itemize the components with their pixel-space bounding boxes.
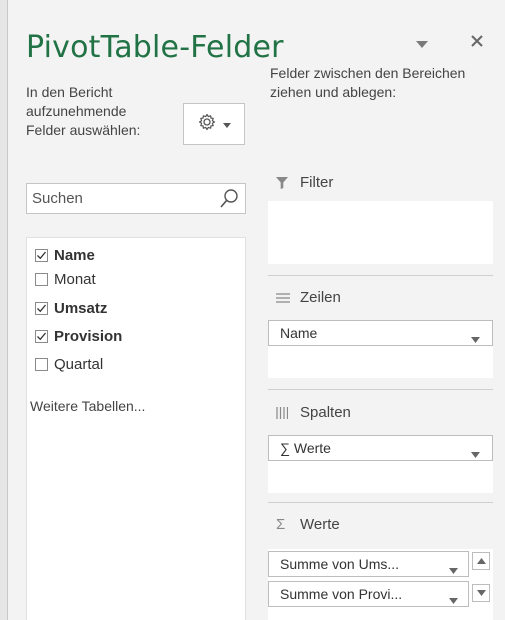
field-label: Name: [54, 246, 95, 264]
area-header-columns: Spalten: [276, 404, 351, 421]
field-item-umsatz[interactable]: Umsatz: [35, 298, 107, 318]
checkbox-checked[interactable]: [35, 329, 48, 343]
area-divider: [268, 502, 493, 503]
pill-label: Name: [280, 325, 318, 341]
gear-icon: [198, 113, 216, 136]
search-icon[interactable]: [218, 186, 242, 215]
area-header-rows: Zeilen: [276, 289, 341, 306]
chevron-down-icon[interactable]: [449, 561, 458, 579]
checkbox-unchecked[interactable]: [35, 357, 48, 371]
tools-gear-button[interactable]: [183, 103, 245, 145]
filter-drop-area[interactable]: [268, 201, 493, 264]
area-label: Spalten: [300, 404, 351, 421]
more-tables-link[interactable]: Weitere Tabellen...: [30, 398, 145, 414]
chevron-down-icon: [222, 115, 231, 133]
columns-icon: [276, 406, 292, 419]
drag-fields-description: Felder zwischen den Bereichen ziehen und…: [270, 65, 466, 100]
rows-icon: [276, 292, 292, 303]
values-scrollbar[interactable]: [472, 552, 493, 602]
values-field-pill[interactable]: Summe von Provi...: [268, 581, 469, 607]
checkbox-unchecked[interactable]: [35, 272, 48, 286]
scroll-up-button[interactable]: [472, 552, 490, 570]
area-divider: [268, 275, 493, 276]
field-item-provision[interactable]: Provision: [35, 326, 122, 346]
scroll-down-button[interactable]: [472, 584, 490, 602]
pane-options-dropdown-icon[interactable]: [416, 33, 428, 54]
pill-label: Summe von Provi...: [280, 586, 403, 602]
close-icon[interactable]: [470, 32, 484, 53]
checkbox-checked[interactable]: [35, 248, 48, 262]
area-label: Filter: [300, 174, 334, 191]
field-item-quartal[interactable]: Quartal: [35, 354, 103, 374]
field-label: Umsatz: [54, 299, 108, 317]
area-label: Zeilen: [300, 289, 341, 306]
field-choose-description: In den Bericht aufzunehmende Felder ausw…: [26, 84, 141, 138]
chevron-down-icon[interactable]: [449, 591, 458, 609]
field-label: Monat: [54, 270, 96, 288]
pill-label: Summe von Ums...: [280, 556, 400, 572]
values-field-pill[interactable]: Summe von Ums...: [268, 551, 469, 577]
filter-icon: [276, 176, 292, 189]
area-header-values: Σ Werte: [276, 516, 340, 533]
search-input[interactable]: [32, 190, 212, 207]
area-label: Werte: [300, 516, 340, 533]
field-label: Provision: [54, 327, 123, 345]
pane-title: PivotTable-Felder: [26, 30, 284, 65]
area-divider: [268, 389, 493, 390]
columns-field-pill[interactable]: ∑ Werte: [268, 435, 493, 461]
checkbox-checked[interactable]: [35, 301, 48, 315]
field-search-box[interactable]: [26, 183, 246, 214]
field-list: Name Monat Umsatz Provision Quartal: [26, 237, 246, 620]
chevron-down-icon[interactable]: [471, 445, 480, 463]
field-item-monat[interactable]: Monat: [35, 269, 96, 289]
field-label: Quartal: [54, 355, 104, 373]
sigma-icon: Σ: [276, 516, 286, 533]
pill-label: ∑ Werte: [280, 440, 331, 456]
area-header-filter: Filter: [276, 174, 333, 191]
rows-field-pill[interactable]: Name: [268, 320, 493, 346]
chevron-down-icon[interactable]: [471, 330, 480, 348]
field-item-name[interactable]: Name: [35, 245, 95, 265]
